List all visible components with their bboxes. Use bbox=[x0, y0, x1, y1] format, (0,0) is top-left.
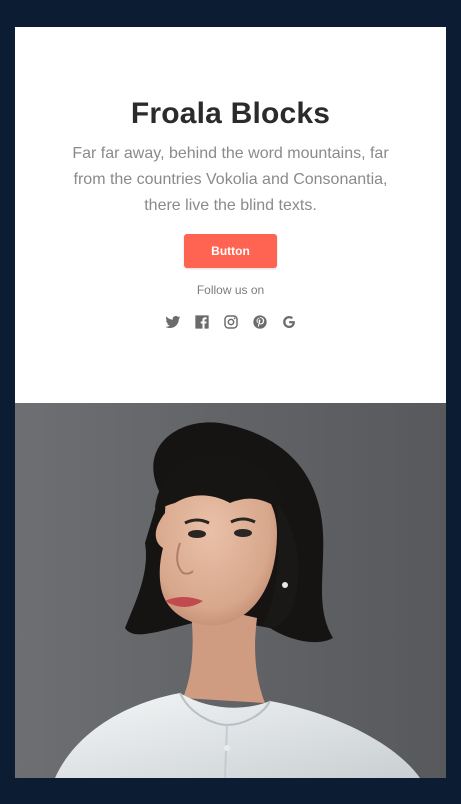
content-card: Froala Blocks Far far away, behind the w… bbox=[15, 27, 446, 778]
hero-description: Far far away, behind the word mountains,… bbox=[72, 145, 389, 214]
follow-label: Follow us on bbox=[196, 283, 265, 297]
twitter-icon[interactable] bbox=[164, 314, 181, 330]
pinterest-icon[interactable] bbox=[252, 314, 268, 330]
google-icon[interactable] bbox=[281, 314, 297, 330]
page-title: Froala Blocks bbox=[130, 97, 331, 130]
cta-button[interactable]: Button bbox=[184, 234, 277, 268]
social-links bbox=[15, 314, 446, 330]
hero-section: Froala Blocks Far far away, behind the w… bbox=[15, 27, 446, 403]
portrait-photo bbox=[15, 403, 446, 778]
portrait-illustration bbox=[55, 422, 420, 778]
facebook-icon[interactable] bbox=[194, 314, 210, 330]
instagram-icon[interactable] bbox=[223, 314, 239, 330]
